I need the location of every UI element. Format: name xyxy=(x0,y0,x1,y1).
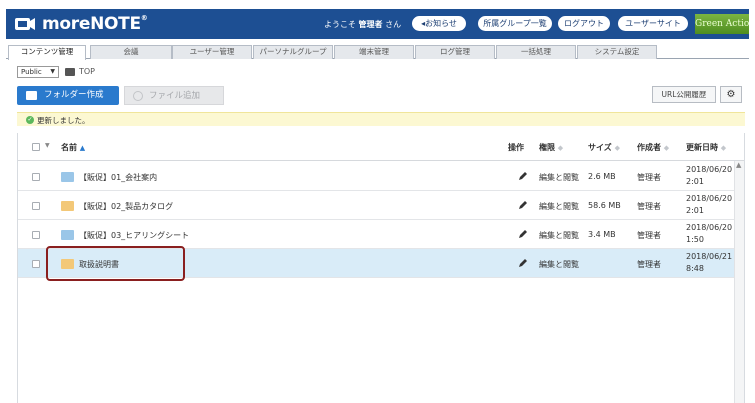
select-all-checkbox[interactable] xyxy=(32,143,40,151)
brand-name: moreNOTE® xyxy=(42,14,148,34)
row-creator: 管理者 xyxy=(637,260,661,269)
row-updated: 2018/06/20 1 xyxy=(686,194,740,203)
tab-meeting[interactable]: 会議 xyxy=(90,45,172,59)
url-history-button[interactable]: URL公開履歴 xyxy=(652,86,716,103)
row-checkbox[interactable] xyxy=(32,173,40,181)
row-permission: 編集と閲覧 xyxy=(539,202,579,211)
app-header: moreNOTE® ようこそ 管理者 さん ◂お知らせ 所属グループ一覧 ログア… xyxy=(6,9,749,39)
folder-icon xyxy=(61,172,74,182)
breadcrumb-top[interactable]: TOP xyxy=(79,67,95,76)
row-permission: 編集と閲覧 xyxy=(539,260,579,269)
gear-icon[interactable]: ⚙ xyxy=(720,86,742,103)
tab-system-settings[interactable]: システム設定 xyxy=(577,45,657,59)
row-permission: 編集と閲覧 xyxy=(539,173,579,182)
tab-user-management[interactable]: ユーザー管理 xyxy=(172,45,252,59)
welcome-text: ようこそ 管理者 さん xyxy=(324,20,402,29)
column-size[interactable]: サイズ ◆ xyxy=(588,142,620,153)
table-row[interactable]: 【販促】03_ヒアリングシート 編集と閲覧 3.4 MB 管理者 2018/06… xyxy=(18,220,740,249)
row-size: 58.6 MB xyxy=(588,201,621,210)
row-permission: 編集と閲覧 xyxy=(539,231,579,240)
row-updated: 2018/06/21 1 xyxy=(686,252,740,261)
column-name[interactable]: 名前 ▲ xyxy=(61,142,85,153)
highlight-box xyxy=(46,246,185,281)
table-header: ▼ 名前 ▲ 操作 権限 ◆ サイズ ◆ 作成者 ◆ 更新日時 ◆ xyxy=(18,133,744,161)
folder-icon xyxy=(61,230,74,240)
tab-personal-group[interactable]: パーソナルグループ xyxy=(253,45,333,59)
row-updated-time: 1:50 xyxy=(686,235,704,244)
user-name: 管理者 xyxy=(358,20,383,29)
column-updated[interactable]: 更新日時 ◆ xyxy=(686,142,726,153)
add-file-button[interactable]: ファイル追加 xyxy=(124,86,224,105)
pencil-icon[interactable] xyxy=(518,171,528,181)
tab-device-management[interactable]: 端末管理 xyxy=(334,45,414,59)
row-updated: 2018/06/20 1 xyxy=(686,165,740,174)
row-updated-time: 2:01 xyxy=(686,177,704,186)
pencil-icon[interactable] xyxy=(518,258,528,268)
chevron-down-icon: ▼ xyxy=(50,68,55,75)
row-size: 3.4 MB xyxy=(588,230,616,239)
row-updated-time: 2:01 xyxy=(686,206,704,215)
pencil-icon[interactable] xyxy=(518,200,528,210)
table-row[interactable]: 【販促】01_会社案内 編集と閲覧 2.6 MB 管理者 2018/06/20 … xyxy=(18,162,740,191)
row-checkbox[interactable] xyxy=(32,202,40,210)
update-notice: ✓ 更新しました。 xyxy=(17,112,745,126)
tab-content-management[interactable]: コンテンツ管理 xyxy=(8,45,86,60)
check-circle-icon: ✓ xyxy=(26,116,34,124)
folder-icon xyxy=(26,91,37,100)
row-name[interactable]: 【販促】02_製品カタログ xyxy=(79,201,173,212)
chevron-down-icon[interactable]: ▼ xyxy=(45,142,50,149)
user-site-button[interactable]: ユーザーサイト xyxy=(618,16,688,31)
row-creator: 管理者 xyxy=(637,202,661,211)
row-checkbox[interactable] xyxy=(32,260,40,268)
folder-icon xyxy=(61,201,74,211)
notice-button[interactable]: ◂お知らせ xyxy=(412,16,466,31)
scroll-up-icon[interactable]: ▲ xyxy=(736,161,741,169)
pencil-icon[interactable] xyxy=(518,229,528,239)
row-name[interactable]: 【販促】01_会社案内 xyxy=(79,172,157,183)
column-permission[interactable]: 権限 ◆ xyxy=(539,142,563,153)
row-checkbox[interactable] xyxy=(32,231,40,239)
vertical-scrollbar[interactable]: ▲ xyxy=(734,161,744,403)
main-tabs: コンテンツ管理 会議 ユーザー管理 パーソナルグループ 端末管理 ログ管理 一括… xyxy=(6,45,749,60)
row-size: 2.6 MB xyxy=(588,172,616,181)
column-creator[interactable]: 作成者 ◆ xyxy=(637,142,669,153)
row-updated: 2018/06/20 1 xyxy=(686,223,740,232)
plus-circle-icon xyxy=(133,91,143,101)
row-name[interactable]: 【販促】03_ヒアリングシート xyxy=(79,230,189,241)
partner-logo: Green Action xyxy=(695,14,749,34)
row-updated-time: 8:48 xyxy=(686,264,704,273)
row-creator: 管理者 xyxy=(637,173,661,182)
logout-button[interactable]: ログアウト xyxy=(558,16,610,31)
row-creator: 管理者 xyxy=(637,231,661,240)
scope-select[interactable]: Public ▼ xyxy=(17,66,59,78)
table-row[interactable]: 【販促】02_製品カタログ 編集と閲覧 58.6 MB 管理者 2018/06/… xyxy=(18,191,740,220)
group-list-button[interactable]: 所属グループ一覧 xyxy=(478,16,552,31)
tab-log-management[interactable]: ログ管理 xyxy=(415,45,495,59)
create-folder-button[interactable]: フォルダー作成 xyxy=(17,86,119,105)
column-operation: 操作 xyxy=(508,143,524,152)
folder-icon xyxy=(65,68,75,76)
app-logo-icon xyxy=(15,18,35,30)
tab-batch-processing[interactable]: 一括処理 xyxy=(496,45,576,59)
